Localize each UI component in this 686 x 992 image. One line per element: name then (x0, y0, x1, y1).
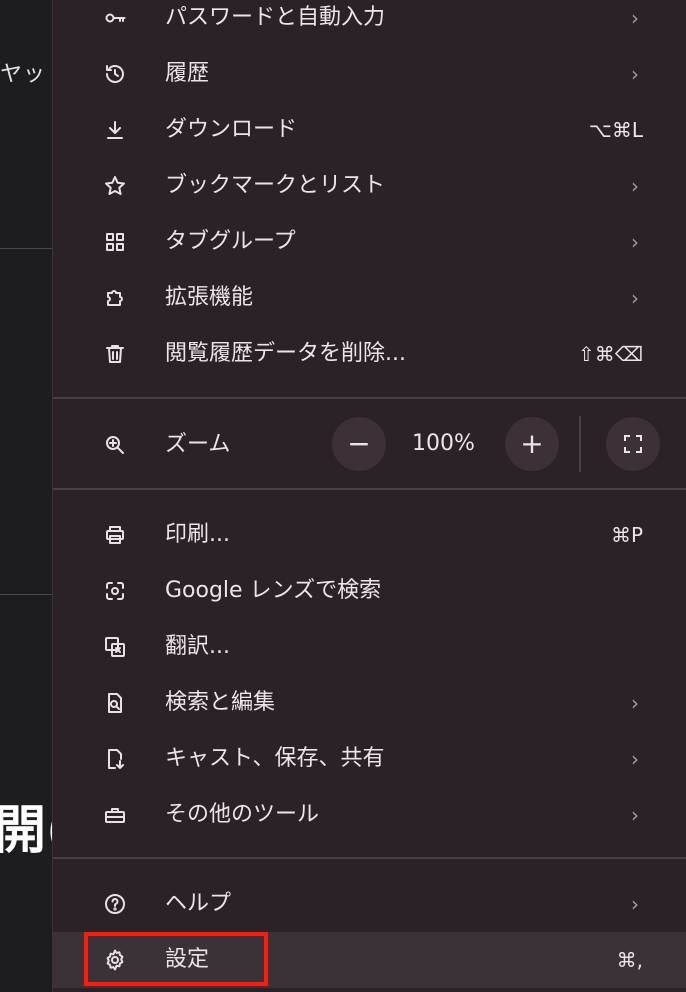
puzzle-icon (103, 286, 127, 310)
chevron-right-icon: › (631, 62, 639, 86)
shortcut-text: ⌘, (616, 948, 643, 972)
zoom-divider (579, 416, 581, 472)
menu-item-tab-groups[interactable]: タブグループ › (53, 214, 686, 270)
menu-item-label: ブックマークとリスト (165, 173, 386, 198)
shortcut-text: ⌘P (610, 523, 643, 547)
chevron-right-icon: › (631, 6, 639, 30)
menu-item-cast-save-share[interactable]: キャスト、保存、共有 › (53, 731, 686, 787)
menu-item-downloads[interactable]: ダウンロード ⌥⌘L (53, 102, 686, 158)
menu-item-more-tools[interactable]: その他のツール › (53, 787, 686, 843)
menu-item-label: ヘルプ (165, 891, 232, 916)
download-icon (103, 118, 127, 142)
background-divider (0, 594, 52, 595)
fullscreen-icon (624, 435, 642, 453)
history-icon (103, 62, 127, 86)
menu-item-label: 翻訳... (165, 634, 230, 659)
toolbox-icon (103, 803, 127, 827)
shortcut-text: ⌥⌘L (588, 118, 643, 142)
menu-item-bookmarks[interactable]: ブックマークとリスト › (53, 158, 686, 214)
menu-separator (53, 488, 686, 490)
menu-item-label: 印刷... (165, 522, 230, 547)
menu-item-help[interactable]: ヘルプ › (53, 876, 686, 932)
highlight-annotation (84, 932, 268, 986)
zoom-label: ズーム (165, 432, 231, 457)
trash-icon (103, 342, 127, 366)
menu-item-label: ダウンロード (165, 117, 298, 142)
background-page: ヤッ 開( (0, 0, 70, 992)
chevron-right-icon: › (631, 747, 639, 771)
chevron-right-icon: › (631, 691, 639, 715)
browser-menu: パスワードと自動入力 › 履歴 › ダウンロード ⌥⌘L ブックマークとリスト … (52, 0, 686, 992)
menu-item-label: 検索と編集 (165, 690, 276, 715)
key-icon (103, 6, 127, 30)
menu-item-label: タブグループ (165, 229, 296, 254)
menu-item-translate[interactable]: 翻訳... (53, 619, 686, 675)
zoom-level: 100% (412, 431, 475, 456)
cast-save-icon (103, 747, 127, 771)
menu-item-history[interactable]: 履歴 › (53, 46, 686, 102)
chevron-right-icon: › (631, 230, 639, 254)
zoom-in-icon (103, 433, 127, 457)
menu-item-clear-data[interactable]: 閲覧履歴データを削除... ⇧⌘⌫ (53, 326, 686, 382)
background-text: ヤッ (0, 62, 47, 87)
menu-item-passwords[interactable]: パスワードと自動入力 › (53, 0, 686, 46)
translate-icon (103, 635, 127, 659)
menu-item-label: 拡張機能 (165, 285, 254, 310)
zoom-in-button[interactable]: + (505, 417, 559, 471)
menu-item-extensions[interactable]: 拡張機能 › (53, 270, 686, 326)
printer-icon (103, 523, 127, 547)
background-divider (0, 248, 52, 249)
chevron-right-icon: › (631, 892, 639, 916)
fullscreen-button[interactable] (606, 417, 660, 471)
screen: ヤッ 開( パスワードと自動入力 › 履歴 › ダウンロード ⌥⌘L ブックマー… (0, 0, 686, 992)
menu-item-label: パスワードと自動入力 (165, 5, 386, 30)
find-page-icon (103, 691, 127, 715)
help-icon (103, 892, 127, 916)
menu-separator (53, 857, 686, 859)
chevron-right-icon: › (631, 803, 639, 827)
lens-icon (103, 579, 127, 603)
menu-item-print[interactable]: 印刷... ⌘P (53, 507, 686, 563)
menu-item-label: キャスト、保存、共有 (165, 746, 385, 771)
menu-item-label: その他のツール (165, 802, 320, 827)
shortcut-text: ⇧⌘⌫ (577, 342, 643, 366)
zoom-out-button[interactable]: − (332, 417, 386, 471)
chevron-right-icon: › (631, 174, 639, 198)
chevron-right-icon: › (631, 286, 639, 310)
menu-item-label: 履歴 (165, 61, 210, 86)
menu-item-label: 閲覧履歴データを削除... (165, 341, 406, 366)
menu-separator (53, 397, 686, 399)
menu-item-find-edit[interactable]: 検索と編集 › (53, 675, 686, 731)
menu-item-google-lens[interactable]: Google レンズで検索 (53, 563, 686, 619)
grid-icon (103, 230, 127, 254)
star-icon (103, 174, 127, 198)
menu-item-label: Google レンズで検索 (165, 578, 382, 603)
